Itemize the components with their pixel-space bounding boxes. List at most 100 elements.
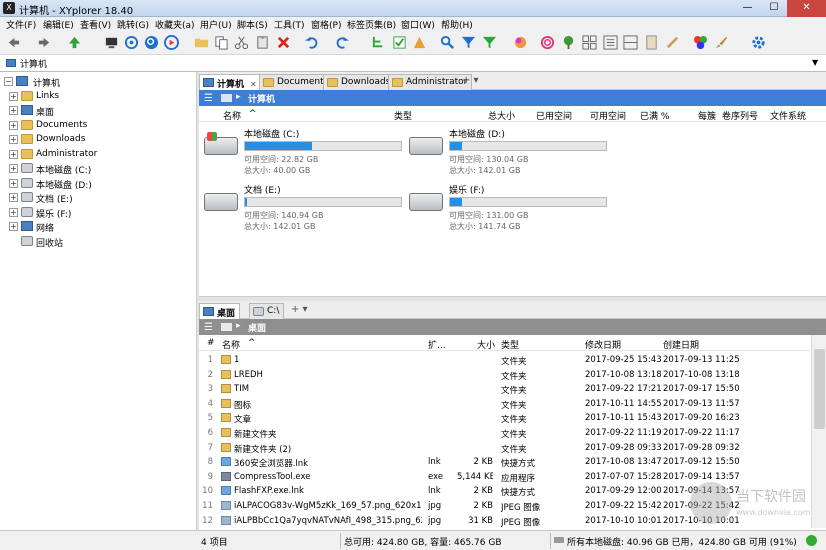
expand-icon[interactable]: + (9, 193, 18, 202)
tree-item-downloads[interactable]: + Downloads (0, 132, 196, 147)
tab-close-icon[interactable]: ✕ (250, 80, 257, 89)
table-row[interactable]: 3 TIM 文件夹 2017-09-22 17:21:042017-09-17 15:… (199, 382, 811, 397)
menu-favorites[interactable]: 收藏夹(a) (155, 18, 195, 31)
add-tab-button[interactable]: + ▾ (462, 75, 479, 86)
tree-item-drive-c[interactable]: + 本地磁盘 (C:) (0, 161, 196, 176)
thumbnails-button[interactable] (581, 34, 598, 51)
expand-icon[interactable]: + (9, 121, 18, 130)
tree-item-drive-f[interactable]: + 娱乐 (F:) (0, 205, 196, 220)
undo-button[interactable] (303, 34, 320, 51)
scrollbar-thumb[interactable] (814, 349, 825, 429)
sync-button[interactable] (664, 34, 681, 51)
drive-tile-f[interactable]: 娱乐 (F:) 可用空间: 131.00 GB 总大小: 141.74 GB (409, 183, 609, 235)
find-button[interactable] (439, 34, 456, 51)
table-row[interactable]: 5 文章 文件夹 2017-10-11 15:43:102017-09-20 16:2… (199, 411, 811, 426)
tree-item-drive-e[interactable]: + 文档 (E:) (0, 190, 196, 205)
tree-item-network[interactable]: + 网络 (0, 219, 196, 234)
breadcrumb-label[interactable]: 桌面 (248, 321, 266, 334)
address-input[interactable]: 计算机 (20, 57, 47, 70)
col-percent-full[interactable]: 已满 % (640, 109, 669, 122)
drive-tile-d[interactable]: 本地磁盘 (D:) 可用空间: 130.04 GB 总大小: 142.01 GB (409, 127, 609, 179)
swirl-button[interactable] (539, 34, 556, 51)
expand-icon[interactable]: + (9, 92, 18, 101)
minimize-button[interactable]: — (734, 0, 761, 17)
expand-icon[interactable]: + (9, 106, 18, 115)
tree-item-administrator[interactable]: + Administrator (0, 147, 196, 162)
maximize-button[interactable]: ☐ (761, 0, 787, 17)
bottom-breadcrumb[interactable]: ☰ ▸ 桌面 (199, 319, 826, 335)
menu-icon[interactable]: ☰ (204, 93, 213, 104)
col-extension[interactable]: 扩... (428, 338, 446, 351)
forward-button[interactable] (36, 34, 53, 51)
close-button[interactable]: ✕ (787, 0, 826, 17)
play-button[interactable] (163, 34, 180, 51)
expand-icon[interactable]: + (9, 222, 18, 231)
tab-drive-c[interactable]: C:\ (249, 303, 285, 319)
address-bar[interactable]: 计算机 ▼ (0, 55, 826, 72)
tab-computer[interactable]: 计算机 ✕ (199, 74, 262, 90)
menu-view[interactable]: 查看(V) (80, 18, 111, 31)
table-row[interactable]: 1 1 文件夹 2017-09-25 15:43:422017-09-13 11:25… (199, 353, 811, 368)
tree-item-links[interactable]: + Links (0, 89, 196, 104)
tree-item-desktop[interactable]: + 桌面 (0, 103, 196, 118)
col-serial[interactable]: 卷序列号 (722, 109, 758, 122)
table-row[interactable]: 8 360安全浏览器.lnk lnk 2 KB 快捷方式 2017-10-08 13:47… (199, 455, 811, 470)
menu-go[interactable]: 跳转(G) (117, 18, 149, 31)
delete-button[interactable] (275, 34, 292, 51)
menu-file[interactable]: 文件(F) (6, 18, 36, 31)
col-size[interactable]: 大小 (477, 338, 495, 351)
expand-icon[interactable]: + (9, 150, 18, 159)
color-filter-button[interactable] (512, 34, 529, 51)
filter-button[interactable] (460, 34, 477, 51)
brush-button[interactable] (713, 34, 730, 51)
preview-button[interactable] (643, 34, 660, 51)
green-filter-button[interactable] (481, 34, 498, 51)
menu-user[interactable]: 用户(U) (200, 18, 232, 31)
expand-icon[interactable]: + (9, 164, 18, 173)
menu-script[interactable]: 脚本(S) (237, 18, 268, 31)
search-circle-button[interactable] (143, 34, 160, 51)
col-name[interactable]: 名称 (222, 338, 240, 351)
col-cluster[interactable]: 每簇 (698, 109, 716, 122)
branch-button[interactable] (560, 34, 577, 51)
back-button[interactable] (5, 34, 22, 51)
tab-desktop[interactable]: 桌面 (199, 303, 241, 319)
menu-tools[interactable]: 工具(T) (274, 18, 305, 31)
tree-button[interactable] (370, 34, 387, 51)
tab-administrator[interactable]: Administrator (388, 74, 473, 90)
menu-icon[interactable]: ☰ (204, 322, 213, 333)
table-row[interactable]: 2 LREDH 文件夹 2017-10-08 13:18:072017-10-08 1… (199, 368, 811, 383)
col-modified[interactable]: 修改日期 (585, 338, 621, 351)
table-row[interactable]: 4 图标 文件夹 2017-10-11 14:55:202017-09-13 11:5… (199, 397, 811, 412)
color-button[interactable] (692, 34, 709, 51)
breadcrumb-label[interactable]: 计算机 (248, 92, 275, 105)
col-created[interactable]: 创建日期 (663, 338, 699, 351)
dual-pane-button[interactable] (622, 34, 639, 51)
col-free-space[interactable]: 可用空间 (590, 109, 626, 122)
drive-tile-c[interactable]: 本地磁盘 (C:) 可用空间: 22.82 GB 总大小: 40.00 GB (204, 127, 404, 179)
menu-panes[interactable]: 窗格(P) (311, 18, 341, 31)
menu-help[interactable]: 帮助(H) (441, 18, 473, 31)
add-tab-button[interactable]: + ▾ (291, 304, 308, 315)
col-filesystem[interactable]: 文件系统 (770, 109, 806, 122)
col-index[interactable]: # (207, 338, 215, 348)
tree-item-recycle-bin[interactable]: 回收站 (0, 234, 196, 249)
menu-tabsets[interactable]: 标签页集(B) (347, 18, 396, 31)
check-button[interactable] (391, 34, 408, 51)
tag-button[interactable] (411, 34, 428, 51)
menu-edit[interactable]: 编辑(E) (43, 18, 74, 31)
collapse-icon[interactable]: − (4, 77, 13, 86)
col-total-size[interactable]: 总大小 (488, 109, 515, 122)
table-row[interactable]: 7 新建文件夹 (2) 文件夹 2017-09-28 09:33:342017-09-… (199, 441, 811, 456)
details-button[interactable] (602, 34, 619, 51)
cut-button[interactable] (233, 34, 250, 51)
copy-button[interactable] (213, 34, 230, 51)
col-type[interactable]: 类型 (394, 109, 412, 122)
settings-button[interactable] (750, 34, 767, 51)
tree-item-drive-d[interactable]: + 本地磁盘 (D:) (0, 176, 196, 191)
up-button[interactable] (66, 34, 83, 51)
tree-item-documents[interactable]: + Documents (0, 118, 196, 133)
col-name[interactable]: 名称 (223, 109, 241, 122)
expand-icon[interactable]: + (9, 179, 18, 188)
new-folder-button[interactable] (193, 34, 210, 51)
